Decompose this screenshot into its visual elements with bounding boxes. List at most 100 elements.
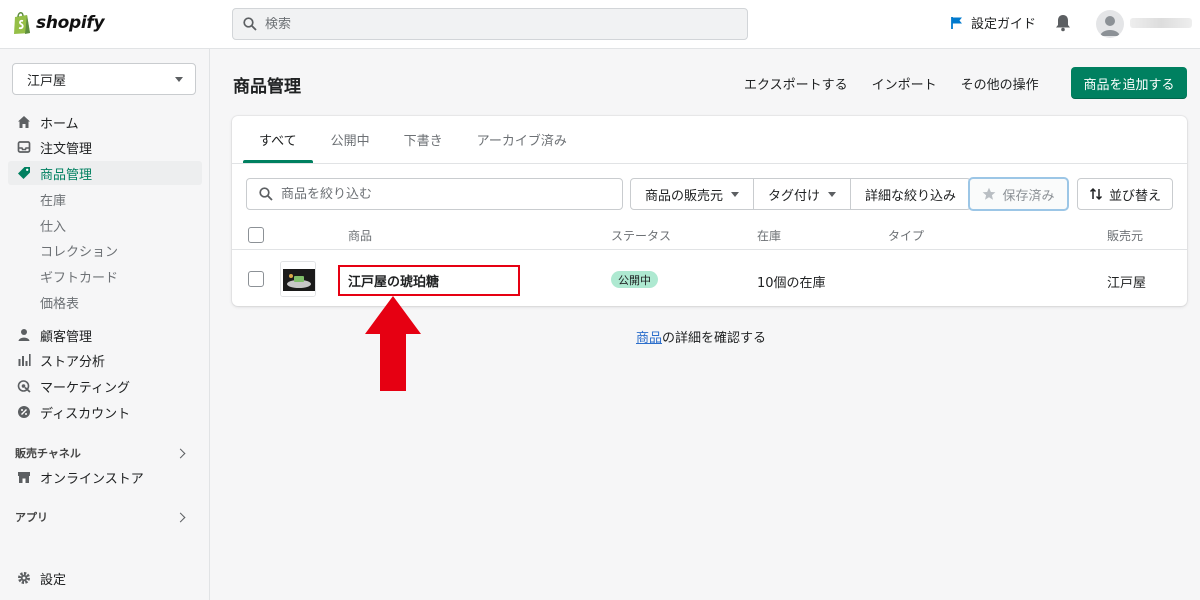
inbox-icon	[17, 140, 31, 154]
global-search[interactable]	[232, 8, 748, 40]
product-filter[interactable]	[246, 178, 623, 210]
global-search-input[interactable]	[265, 16, 725, 32]
store-name: 江戸屋	[27, 73, 67, 89]
flag-icon	[950, 16, 964, 30]
product-name-link[interactable]: 江戸屋の琥珀糖	[338, 265, 520, 296]
discount-icon	[17, 405, 31, 419]
store-selector[interactable]: 江戸屋	[12, 63, 196, 95]
sidebar: 江戸屋 ホーム 注文管理 商品管理 在庫 仕入 コレクション ギフトカード 価格…	[0, 49, 210, 600]
vendor-filter-button[interactable]: 商品の販売元	[631, 179, 755, 209]
more-filters-label: 詳細な絞り込み	[865, 188, 957, 204]
gear-icon	[17, 571, 31, 585]
product-name: 江戸屋の琥珀糖	[348, 275, 440, 290]
home-icon	[17, 115, 31, 129]
vendor-cell: 江戸屋	[1107, 276, 1147, 291]
saved-label: 保存済み	[1002, 188, 1055, 204]
search-icon	[243, 17, 257, 31]
table-header: 商品 ステータス 在庫 タイプ 販売元	[232, 220, 1187, 250]
column-status: ステータス	[611, 229, 672, 243]
sidebar-item-label: オンラインストア	[40, 471, 144, 487]
sidebar-item-discounts[interactable]: ディスカウント	[8, 400, 202, 424]
tag-filter-label: タグ付け	[768, 188, 821, 204]
page-title: 商品管理	[233, 77, 301, 97]
top-bar: shopify 設定ガイド	[0, 0, 1200, 49]
more-filters-button[interactable]: 詳細な絞り込み	[851, 179, 970, 209]
search-icon	[259, 187, 273, 201]
sidebar-item-label: マーケティング	[40, 380, 130, 396]
sort-button[interactable]: 並び替え	[1077, 178, 1173, 210]
sidebar-item-online-store[interactable]: オンラインストア	[8, 465, 202, 489]
caret-down-icon	[828, 191, 837, 197]
person-icon	[17, 328, 31, 342]
sidebar-item-settings[interactable]: 設定	[8, 566, 202, 590]
shopify-logo[interactable]: shopify	[12, 11, 105, 35]
column-product: 商品	[348, 229, 373, 243]
caret-down-icon	[731, 191, 740, 197]
sidebar-subitem-price-lists[interactable]: 価格表	[40, 293, 79, 312]
sales-channels-label: 販売チャネル	[15, 447, 81, 460]
sidebar-item-marketing[interactable]: マーケティング	[8, 374, 202, 398]
sidebar-item-label: 注文管理	[40, 141, 93, 157]
sidebar-item-customers[interactable]: 顧客管理	[8, 323, 202, 347]
column-type: タイプ	[888, 229, 925, 243]
sales-channels-header[interactable]: 販売チャネル	[15, 445, 190, 461]
apps-header[interactable]: アプリ	[15, 509, 190, 525]
tab-all[interactable]: すべて	[243, 116, 313, 163]
more-actions-label: その他の操作	[960, 77, 1039, 93]
tab-draft[interactable]: 下書き	[388, 116, 459, 163]
vendor-filter-label: 商品の販売元	[645, 188, 724, 204]
sidebar-subitem-collections[interactable]: コレクション	[40, 241, 118, 260]
setup-guide-button[interactable]: 設定ガイド	[950, 13, 1036, 32]
product-filter-input[interactable]	[281, 186, 601, 202]
tag-icon	[17, 166, 31, 180]
sort-arrows-icon	[1089, 187, 1103, 201]
sidebar-item-products[interactable]: 商品管理	[8, 161, 202, 185]
import-button[interactable]: インポート	[872, 74, 937, 93]
bell-icon[interactable]	[1055, 14, 1071, 36]
sidebar-item-orders[interactable]: 注文管理	[8, 135, 202, 159]
sort-label: 並び替え	[1108, 188, 1161, 204]
export-button[interactable]: エクスポートする	[744, 74, 848, 93]
column-inventory: 在庫	[757, 229, 782, 243]
products-card: すべて 公開中 下書き アーカイブ済み 商品の販売元 タグ付け 詳細な絞り込み …	[232, 116, 1187, 306]
product-tabs: すべて 公開中 下書き アーカイブ済み	[243, 116, 585, 163]
sidebar-item-label: ホーム	[40, 116, 79, 132]
tab-archived[interactable]: アーカイブ済み	[461, 116, 583, 163]
product-thumbnail[interactable]	[280, 261, 316, 297]
sidebar-item-label: ディスカウント	[40, 406, 131, 422]
chevron-right-icon	[175, 512, 186, 522]
sidebar-item-label: ストア分析	[40, 354, 106, 370]
sidebar-subitem-gift-cards[interactable]: ギフトカード	[40, 267, 118, 286]
learn-more-suffix: の詳細を確認する	[662, 331, 767, 346]
add-product-button[interactable]: 商品を追加する	[1071, 67, 1187, 99]
row-checkbox[interactable]	[248, 271, 264, 287]
target-icon	[17, 379, 31, 393]
inventory-cell: 10個の在庫	[757, 276, 826, 291]
tag-filter-button[interactable]: タグ付け	[754, 179, 852, 209]
sidebar-subitem-inventory[interactable]: 在庫	[40, 190, 66, 209]
products-help-link[interactable]: 商品	[636, 331, 662, 346]
header-actions: エクスポートする インポート その他の操作	[744, 67, 1127, 99]
shopify-bag-icon	[12, 11, 32, 35]
tab-divider	[232, 163, 1187, 164]
saved-search-button[interactable]: 保存済み	[968, 177, 1069, 211]
caret-down-icon	[175, 76, 183, 82]
bar-chart-icon	[17, 353, 31, 367]
tab-active[interactable]: 公開中	[315, 116, 386, 163]
logo-text: shopify	[36, 13, 105, 33]
learn-more-text: 商品の詳細を確認する	[636, 327, 766, 346]
select-all-checkbox[interactable]	[248, 227, 264, 243]
filter-button-group: 商品の販売元 タグ付け 詳細な絞り込み	[630, 178, 972, 210]
sidebar-item-label: 顧客管理	[40, 329, 93, 345]
star-icon	[982, 187, 996, 201]
chevron-right-icon	[175, 448, 186, 458]
sidebar-subitem-purchase[interactable]: 仕入	[40, 216, 66, 235]
avatar[interactable]	[1096, 10, 1124, 38]
sidebar-item-label: 設定	[40, 572, 67, 588]
sidebar-item-home[interactable]: ホーム	[8, 110, 202, 134]
sidebar-item-label: 商品管理	[40, 167, 93, 183]
store-icon	[17, 470, 31, 484]
sidebar-item-analytics[interactable]: ストア分析	[8, 348, 202, 372]
account-name-redacted	[1130, 18, 1192, 28]
setup-guide-label: 設定ガイド	[971, 17, 1037, 32]
